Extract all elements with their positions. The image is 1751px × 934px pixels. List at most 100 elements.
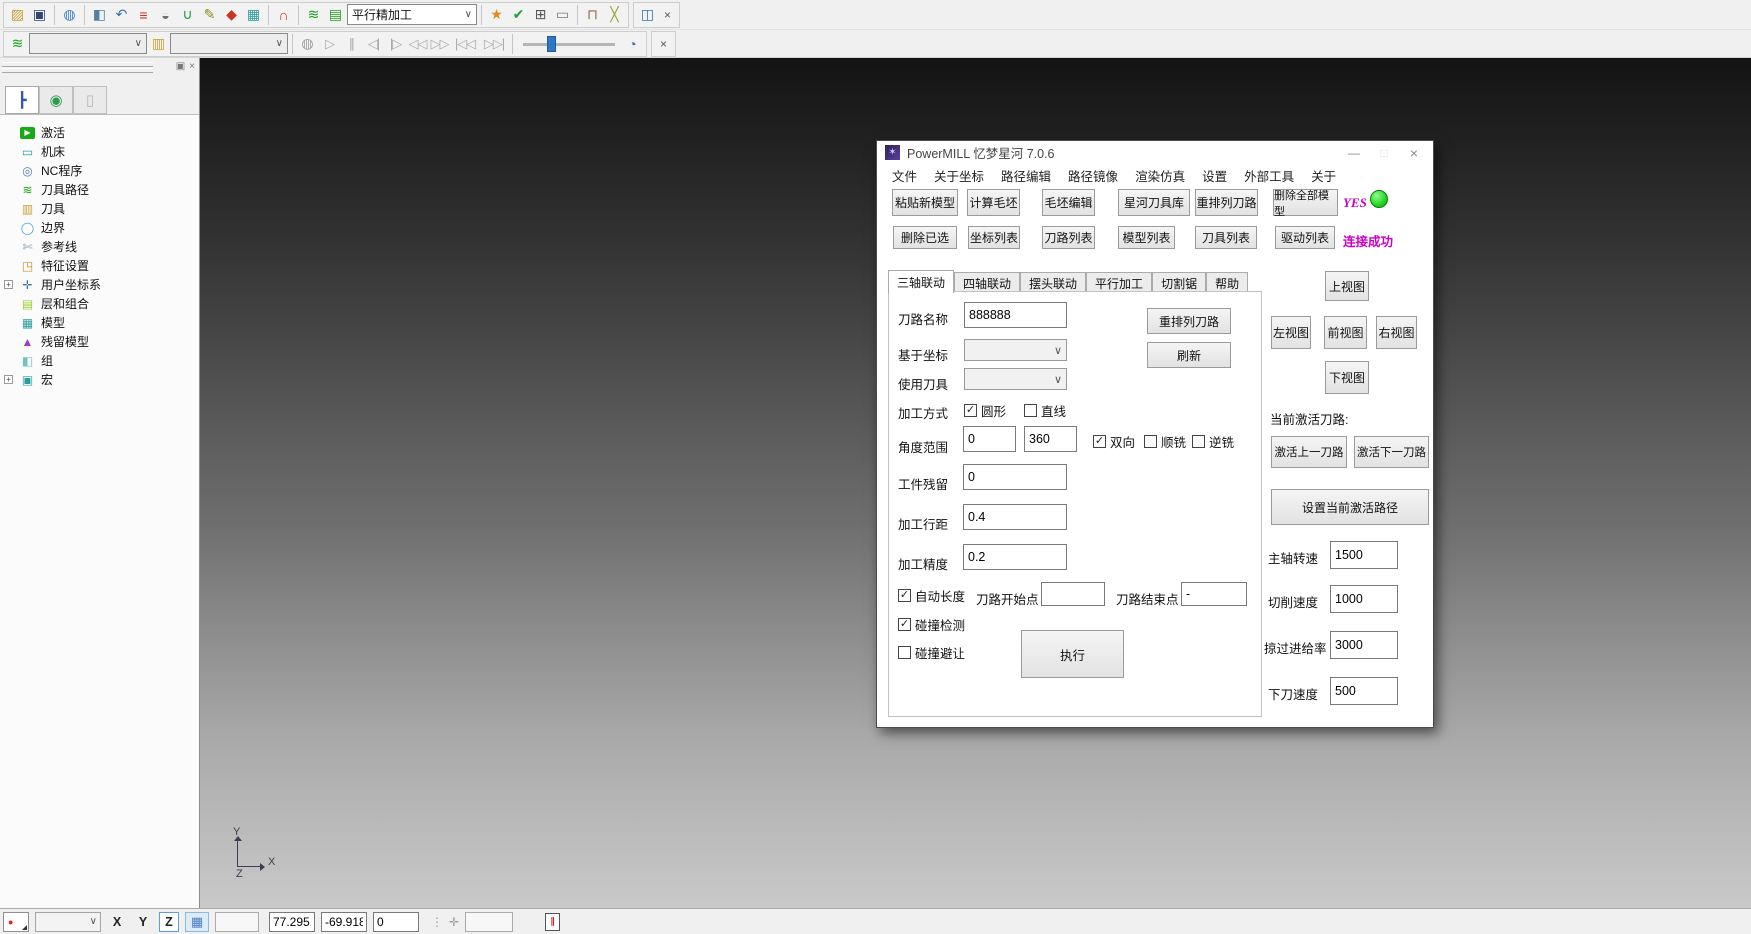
step-forward-icon[interactable]: |▷	[385, 33, 406, 55]
lightbulb-icon[interactable]: ◍	[297, 33, 318, 55]
rearrange-paths-button[interactable]: 重排列刀路	[1195, 189, 1258, 216]
toolpath-name-input[interactable]	[964, 302, 1067, 328]
tree-item-machine[interactable]: ▭ 机床	[0, 142, 199, 161]
tree-item-models[interactable]: ▦ 模型	[0, 313, 199, 332]
toolpath-select-icon[interactable]: ≋	[7, 33, 28, 55]
refresh-button[interactable]: 刷新	[1147, 342, 1231, 368]
menu-path-mirror[interactable]: 路径镜像	[1068, 166, 1118, 185]
tree-item-tools[interactable]: ▥ 刀具	[0, 199, 199, 218]
tab-4axis[interactable]: 四轴联动	[954, 272, 1020, 293]
stock-edit-button[interactable]: 毛坯编辑	[1042, 189, 1095, 216]
clock-icon[interactable]: ◔	[622, 33, 643, 55]
dock-grip[interactable]	[2, 62, 153, 67]
circle-checkbox[interactable]: ✓ 圆形	[964, 401, 1006, 420]
calculator-icon[interactable]: ⊞	[530, 4, 551, 26]
end-point-input[interactable]	[1181, 582, 1247, 606]
close-toolbar-icon[interactable]: ×	[659, 4, 676, 26]
delete-all-models-button[interactable]: 删除全部模型	[1273, 189, 1338, 216]
drive-list-button[interactable]: 驱动列表	[1275, 226, 1335, 249]
paste-new-model-button[interactable]: 粘贴新模型	[892, 189, 958, 216]
view-left-button[interactable]: 左视图	[1271, 316, 1311, 349]
tool-ball-icon[interactable]: ◒	[155, 4, 176, 26]
cursor-y-field[interactable]	[321, 912, 367, 932]
stepover-input[interactable]	[963, 504, 1067, 530]
stock-remain-input[interactable]	[963, 464, 1067, 490]
angle-from-input[interactable]	[963, 426, 1016, 452]
tree-item-levels-sets[interactable]: ▤ 层和组合	[0, 294, 199, 313]
toolpath-icon[interactable]: ≋	[303, 4, 324, 26]
tab-globe-view[interactable]: ◉	[39, 86, 73, 114]
tab-tilt-head[interactable]: 摆头联动	[1020, 272, 1086, 293]
plunge-speed-input[interactable]	[1330, 677, 1398, 705]
activate-prev-button[interactable]: 激活上一刀路	[1271, 436, 1347, 468]
activate-next-button[interactable]: 激活下一刀路	[1354, 436, 1429, 468]
menu-file[interactable]: 文件	[892, 166, 917, 185]
fast-forward-icon[interactable]: ▷▷	[429, 33, 450, 55]
tree-item-nc-program[interactable]: ◎ NC程序	[0, 161, 199, 180]
points-icon[interactable]: ◆	[221, 4, 242, 26]
cursor-z-field[interactable]	[373, 912, 419, 932]
auto-length-checkbox[interactable]: ✓ 自动长度	[898, 586, 965, 605]
rearrange-paths-button-2[interactable]: 重排列刀路	[1147, 308, 1231, 334]
base-coord-combo[interactable]: ∨	[964, 339, 1067, 361]
tab-3axis[interactable]: 三轴联动	[888, 270, 954, 293]
tool-library-button[interactable]: 星河刀具库	[1118, 189, 1190, 216]
view-right-button[interactable]: 右视图	[1376, 316, 1417, 349]
menu-render-sim[interactable]: 渲染仿真	[1135, 166, 1185, 185]
slider-handle[interactable]	[547, 36, 556, 52]
block-tool-icon[interactable]: ▦	[243, 4, 264, 26]
collision-avoid-checkbox[interactable]: 碰撞避让	[898, 643, 965, 662]
viewport-3d[interactable]: Y X Z ✶ PowerMILL 忆梦星河 7.0.6 — □ × 文件 关于…	[200, 58, 1751, 908]
tab-saw[interactable]: 切割锯	[1152, 272, 1206, 293]
start-point-input[interactable]	[1041, 582, 1105, 606]
open-file-icon[interactable]: ▨	[7, 4, 28, 26]
grid-snap-button[interactable]: ▦	[185, 912, 209, 932]
go-start-icon[interactable]: |◁◁	[451, 33, 479, 55]
menu-about-coords[interactable]: 关于坐标	[934, 166, 984, 185]
set-active-path-button[interactable]: 设置当前激活路径	[1271, 489, 1429, 525]
go-end-icon[interactable]: ▷▷|	[480, 33, 508, 55]
save-icon[interactable]: ▣	[29, 4, 50, 26]
move-axes-icon[interactable]: ✛	[449, 915, 459, 929]
tolerance-field[interactable]	[465, 912, 513, 932]
xyz-list-icon[interactable]: ⋮	[431, 915, 443, 929]
draw-curve-icon[interactable]: ✎	[199, 4, 220, 26]
rewind-icon[interactable]: ◁◁	[407, 33, 428, 55]
menu-about[interactable]: 关于	[1311, 166, 1336, 185]
restore-panel-icon[interactable]: ▣	[176, 61, 185, 72]
close-toolbar-icon[interactable]: ×	[655, 33, 672, 55]
maximize-button[interactable]: □	[1369, 142, 1399, 163]
play-icon[interactable]: ▷	[319, 33, 340, 55]
model-list-button[interactable]: 模型列表	[1118, 226, 1175, 249]
tool-star-icon[interactable]: ★	[486, 4, 507, 26]
skim-feed-input[interactable]	[1330, 631, 1398, 659]
menu-settings[interactable]: 设置	[1202, 166, 1227, 185]
block-icon[interactable]: ◧	[89, 4, 110, 26]
pause-device-icon[interactable]: ∥	[545, 913, 560, 931]
tool-pair-icon[interactable]: ⊓	[582, 4, 603, 26]
climb-mill-checkbox[interactable]: 顺铣	[1144, 432, 1186, 451]
angle-to-input[interactable]	[1024, 426, 1077, 452]
view-top-button[interactable]: 上视图	[1325, 271, 1369, 301]
z-axis-button[interactable]: Z	[159, 912, 179, 932]
collision-check-checkbox[interactable]: ✓ 碰撞检测	[898, 615, 965, 634]
use-tool-combo[interactable]: ∨	[964, 368, 1067, 390]
tree-item-feature-sets[interactable]: ◳ 特征设置	[0, 256, 199, 275]
calc-stock-button[interactable]: 计算毛坯	[967, 189, 1020, 216]
tree-item-boundaries[interactable]: ◯ 边界	[0, 218, 199, 237]
coord-list-button[interactable]: 坐标列表	[968, 226, 1020, 249]
expand-icon[interactable]: +	[4, 280, 13, 289]
spindle-speed-input[interactable]	[1330, 541, 1398, 569]
step-back-icon[interactable]: ◁|	[363, 33, 384, 55]
active-toolpath-combo[interactable]: 平行精加工 ∨	[347, 4, 477, 25]
line-checkbox[interactable]: 直线	[1024, 401, 1066, 420]
leads-links-icon[interactable]: ↶	[111, 4, 132, 26]
tree-item-patterns[interactable]: ✄ 参考线	[0, 237, 199, 256]
execute-button[interactable]: 执行	[1021, 630, 1124, 678]
cursor-x-field[interactable]	[269, 912, 315, 932]
tab-parallel[interactable]: 平行加工	[1086, 272, 1152, 293]
y-axis-button[interactable]: Y	[133, 912, 153, 932]
tree-item-workplanes[interactable]: + ✛ 用户坐标系	[0, 275, 199, 294]
tree-item-macros[interactable]: + ▣ 宏	[0, 370, 199, 389]
close-button[interactable]: ×	[1399, 142, 1429, 163]
